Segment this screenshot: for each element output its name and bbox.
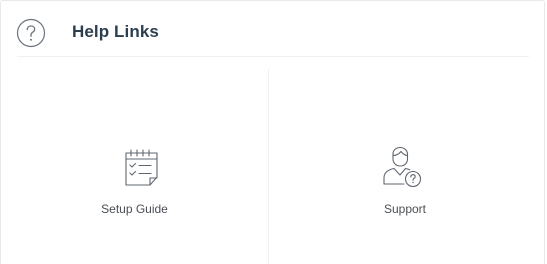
card-header: Help Links	[1, 1, 544, 57]
help-links-card: Help Links Setup Guide Support	[0, 0, 545, 264]
checklist-document-icon	[125, 149, 158, 186]
card-title: Help Links	[72, 22, 159, 41]
question-circle-icon	[16, 18, 46, 48]
support-label: Support	[383, 202, 427, 216]
setup-guide-tile[interactable]: Setup Guide	[17, 57, 268, 264]
user-question-icon	[383, 146, 422, 188]
setup-guide-label: Setup Guide	[101, 202, 168, 216]
support-tile[interactable]: Support	[269, 57, 529, 264]
help-links-grid: Setup Guide Support	[17, 57, 529, 264]
